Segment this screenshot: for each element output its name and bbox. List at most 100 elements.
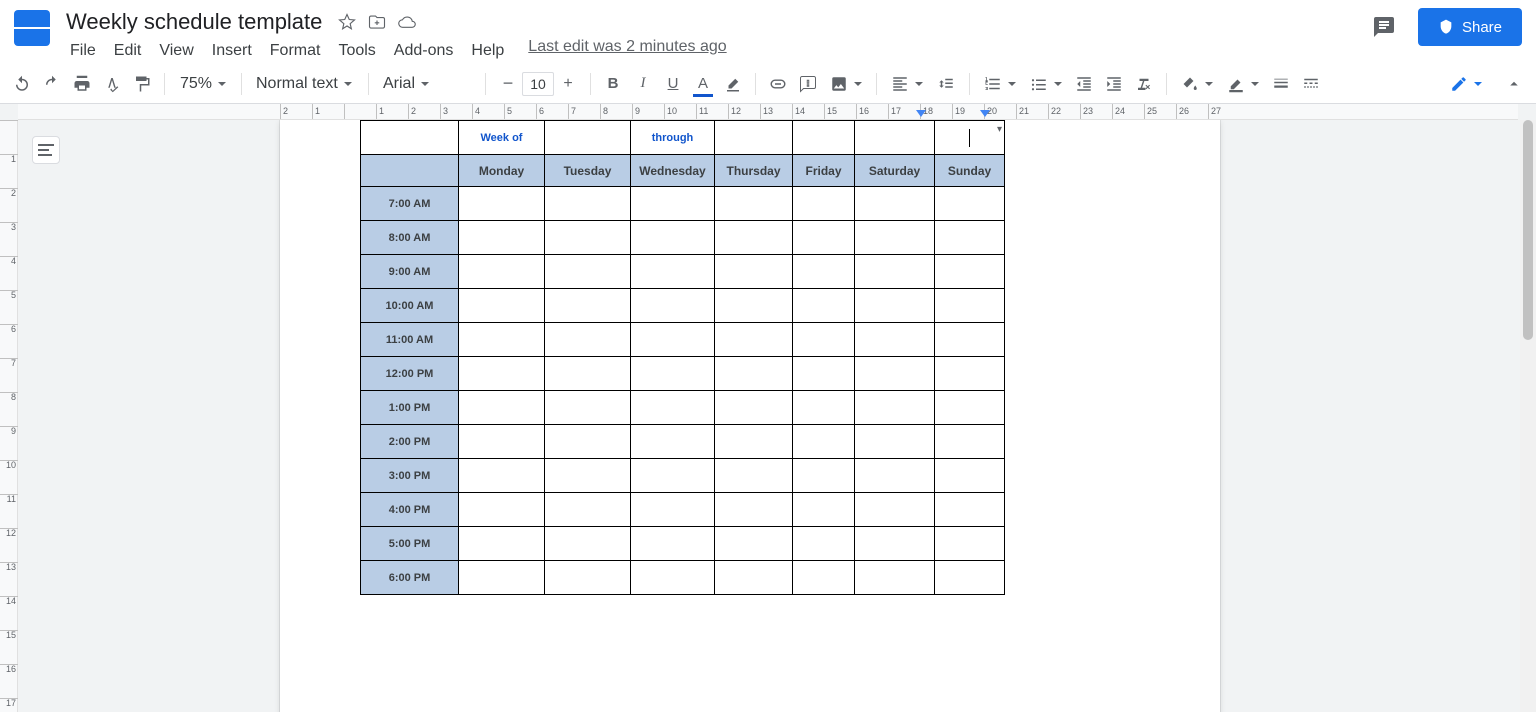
table-cell[interactable]: [545, 493, 631, 527]
menu-addons[interactable]: Add-ons: [386, 38, 462, 64]
table-cell[interactable]: [715, 527, 793, 561]
horizontal-ruler[interactable]: 2112345678910111213141516171819202122232…: [18, 104, 1518, 120]
table-cell[interactable]: [715, 255, 793, 289]
border-color-dropdown[interactable]: [1221, 75, 1265, 93]
table-cell[interactable]: [631, 357, 715, 391]
table-cell[interactable]: [459, 187, 545, 221]
border-dash-button[interactable]: [1297, 70, 1325, 98]
table-cell[interactable]: [793, 221, 855, 255]
text-color-button[interactable]: A: [689, 70, 717, 98]
table-cell[interactable]: [935, 493, 1005, 527]
table-cell[interactable]: [855, 391, 935, 425]
table-cell[interactable]: [715, 493, 793, 527]
clear-formatting-button[interactable]: [1130, 70, 1158, 98]
table-cell[interactable]: [631, 527, 715, 561]
table-cell[interactable]: [545, 459, 631, 493]
page[interactable]: ▾ Week of through Monday Tuesday Wednes: [280, 120, 1220, 712]
table-cell[interactable]: [793, 425, 855, 459]
align-dropdown[interactable]: [885, 75, 929, 93]
table-cell[interactable]: [631, 425, 715, 459]
time-cell[interactable]: 2:00 PM: [361, 425, 459, 459]
table-cell[interactable]: [935, 459, 1005, 493]
table-cell[interactable]: [459, 289, 545, 323]
menu-view[interactable]: View: [151, 38, 201, 64]
table-cell[interactable]: [855, 459, 935, 493]
table-cell[interactable]: [793, 459, 855, 493]
day-header[interactable]: Thursday: [715, 155, 793, 187]
comments-button[interactable]: [1366, 9, 1402, 45]
table-cell[interactable]: [459, 221, 545, 255]
table-cell[interactable]: [935, 357, 1005, 391]
table-cell[interactable]: [855, 323, 935, 357]
menu-help[interactable]: Help: [463, 38, 512, 64]
table-cell[interactable]: [793, 187, 855, 221]
border-width-button[interactable]: [1267, 70, 1295, 98]
table-cell[interactable]: [631, 459, 715, 493]
docs-logo-icon[interactable]: [14, 10, 50, 46]
time-cell[interactable]: 6:00 PM: [361, 561, 459, 595]
day-header[interactable]: Tuesday: [545, 155, 631, 187]
table-cell[interactable]: [715, 391, 793, 425]
table-cell[interactable]: [459, 357, 545, 391]
table-cell[interactable]: [631, 221, 715, 255]
table-cell[interactable]: [545, 391, 631, 425]
highlight-button[interactable]: [719, 70, 747, 98]
time-cell[interactable]: 8:00 AM: [361, 221, 459, 255]
table-cell[interactable]: [545, 527, 631, 561]
table-cell[interactable]: [715, 323, 793, 357]
insert-comment-button[interactable]: [794, 70, 822, 98]
undo-button[interactable]: [8, 70, 36, 98]
table-cell[interactable]: [935, 121, 1005, 155]
insert-link-button[interactable]: [764, 70, 792, 98]
menu-insert[interactable]: Insert: [204, 38, 260, 64]
time-cell[interactable]: 11:00 AM: [361, 323, 459, 357]
vertical-scrollbar[interactable]: [1520, 120, 1536, 712]
decrease-indent-button[interactable]: [1070, 70, 1098, 98]
day-header[interactable]: Wednesday: [631, 155, 715, 187]
table-cell[interactable]: [855, 561, 935, 595]
spellcheck-button[interactable]: [98, 70, 126, 98]
through-cell[interactable]: through: [631, 121, 715, 155]
table-cell[interactable]: [631, 493, 715, 527]
table-cell[interactable]: [935, 255, 1005, 289]
table-cell[interactable]: [545, 255, 631, 289]
table-cell[interactable]: [793, 323, 855, 357]
table-cell[interactable]: [793, 561, 855, 595]
redo-button[interactable]: [38, 70, 66, 98]
page-canvas[interactable]: ▾ Week of through Monday Tuesday Wednes: [18, 120, 1518, 712]
editing-mode-dropdown[interactable]: [1442, 70, 1490, 98]
font-dropdown[interactable]: Arial: [377, 75, 477, 93]
numbered-list-dropdown[interactable]: [978, 75, 1022, 93]
move-icon[interactable]: [368, 13, 386, 31]
table-cell[interactable]: [545, 357, 631, 391]
time-cell[interactable]: 7:00 AM: [361, 187, 459, 221]
paint-format-button[interactable]: [128, 70, 156, 98]
hide-toolbar-button[interactable]: [1500, 70, 1528, 98]
document-title[interactable]: Weekly schedule template: [62, 8, 326, 36]
insert-image-dropdown[interactable]: [824, 75, 868, 93]
cell-fill-dropdown[interactable]: [1175, 75, 1219, 93]
table-cell[interactable]: [545, 187, 631, 221]
table-cell[interactable]: [935, 527, 1005, 561]
underline-button[interactable]: U: [659, 70, 687, 98]
scrollbar-thumb[interactable]: [1523, 120, 1533, 340]
time-cell[interactable]: 1:00 PM: [361, 391, 459, 425]
table-cell[interactable]: [715, 357, 793, 391]
time-cell[interactable]: 9:00 AM: [361, 255, 459, 289]
decrease-font-button[interactable]: −: [494, 70, 522, 98]
table-cell[interactable]: [545, 289, 631, 323]
table-cell[interactable]: [855, 425, 935, 459]
table-cell[interactable]: [935, 391, 1005, 425]
increase-font-button[interactable]: +: [554, 70, 582, 98]
table-cell[interactable]: [793, 255, 855, 289]
table-cell[interactable]: [855, 187, 935, 221]
table-cell[interactable]: [935, 425, 1005, 459]
vertical-ruler[interactable]: 1234567891011121314151617: [0, 120, 18, 712]
table-cell[interactable]: [793, 289, 855, 323]
table-cell[interactable]: [715, 459, 793, 493]
table-cell[interactable]: [631, 255, 715, 289]
menu-format[interactable]: Format: [262, 38, 329, 64]
menu-edit[interactable]: Edit: [106, 38, 150, 64]
table-cell[interactable]: [793, 357, 855, 391]
table-cell[interactable]: [855, 357, 935, 391]
